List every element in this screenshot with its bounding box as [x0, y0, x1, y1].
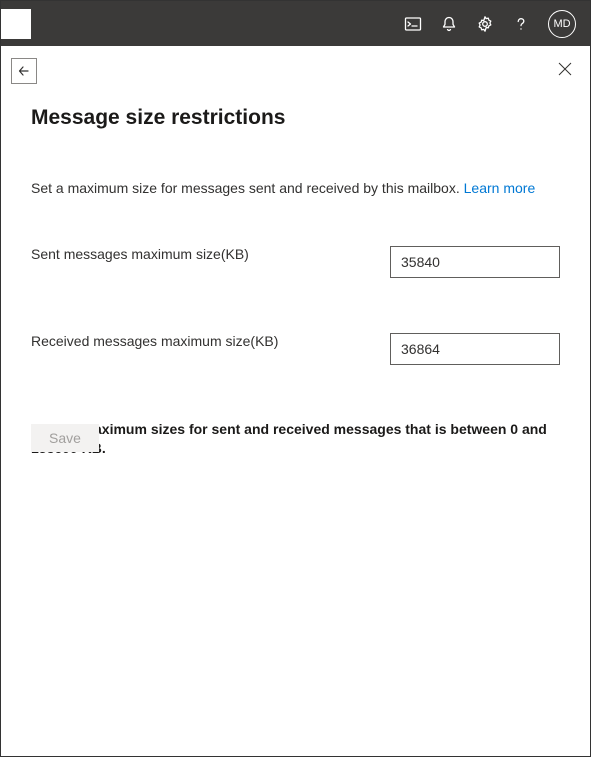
- help-icon[interactable]: [512, 15, 530, 33]
- intro-text: Set a maximum size for messages sent and…: [31, 180, 560, 196]
- intro-text-body: Set a maximum size for messages sent and…: [31, 180, 464, 196]
- sent-size-label: Sent messages maximum size(KB): [31, 246, 390, 262]
- shell-icon[interactable]: [404, 15, 422, 33]
- panel-content: Message size restrictions Set a maximum …: [1, 46, 590, 478]
- sent-size-input[interactable]: [390, 246, 560, 278]
- back-button[interactable]: [11, 58, 37, 84]
- received-size-label: Received messages maximum size(KB): [31, 333, 390, 349]
- received-size-row: Received messages maximum size(KB): [31, 333, 560, 365]
- notifications-icon[interactable]: [440, 15, 458, 33]
- constraint-text: Set the maximum sizes for sent and recei…: [31, 420, 560, 458]
- save-button[interactable]: Save: [31, 424, 99, 452]
- user-avatar[interactable]: MD: [548, 10, 576, 38]
- settings-icon[interactable]: [476, 15, 494, 33]
- topbar-actions: MD: [404, 10, 590, 38]
- close-button[interactable]: [558, 62, 572, 81]
- settings-panel: Message size restrictions Set a maximum …: [1, 46, 590, 478]
- avatar-initials: MD: [553, 18, 570, 30]
- learn-more-link[interactable]: Learn more: [464, 180, 536, 196]
- topbar: MD: [1, 1, 590, 46]
- sent-size-row: Sent messages maximum size(KB): [31, 246, 560, 278]
- app-waffle-placeholder: [1, 9, 31, 39]
- panel-footer: Save: [31, 424, 99, 452]
- received-size-input[interactable]: [390, 333, 560, 365]
- page-title: Message size restrictions: [31, 106, 560, 130]
